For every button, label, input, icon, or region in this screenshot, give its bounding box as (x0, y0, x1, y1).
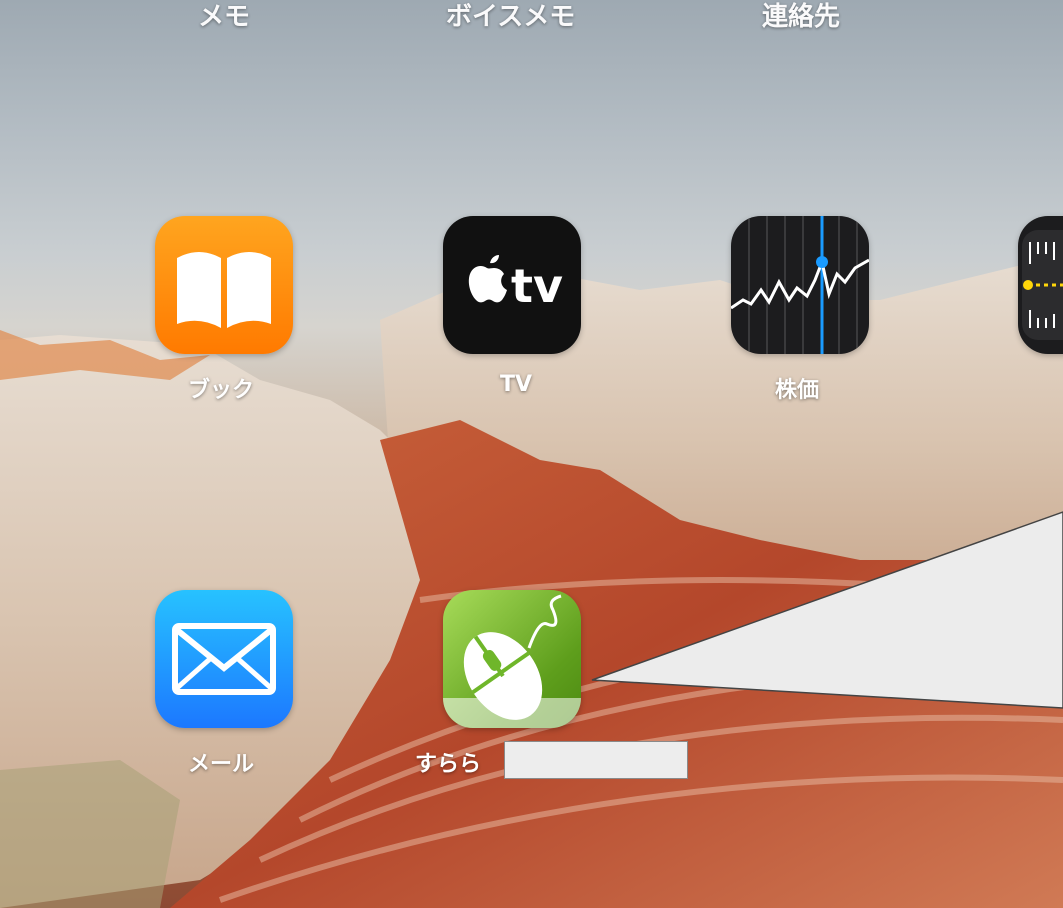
tv-app-icon[interactable]: tv (443, 216, 581, 354)
mouse-icon (443, 594, 581, 728)
home-screen: メモ ボイスメモ 連絡先 ブック tv TV 株価 メール すらら (0, 0, 1063, 908)
surala-app-label: すらら (415, 752, 482, 777)
mail-app-label: メール (188, 752, 255, 777)
memo-app-label[interactable]: メモ (198, 0, 250, 33)
open-book-icon (177, 252, 271, 328)
contacts-app-label[interactable]: 連絡先 (762, 0, 840, 33)
svg-text:tv: tv (511, 259, 563, 313)
tv-app-label: TV (500, 372, 533, 397)
measure-app-icon[interactable] (1018, 216, 1063, 354)
stocks-app-label: 株価 (775, 378, 820, 403)
ruler-icon (1022, 230, 1063, 340)
redacted-box (504, 741, 688, 779)
stock-chart-icon (731, 216, 869, 354)
voice-memo-app-label[interactable]: ボイスメモ (446, 0, 575, 33)
envelope-icon (172, 623, 276, 695)
mail-app-icon[interactable] (155, 590, 293, 728)
stocks-app-icon[interactable] (731, 216, 869, 354)
books-app-label: ブック (188, 378, 255, 403)
surala-app-icon[interactable] (443, 590, 581, 728)
books-app-icon[interactable] (155, 216, 293, 354)
apple-tv-icon: tv (468, 255, 563, 313)
